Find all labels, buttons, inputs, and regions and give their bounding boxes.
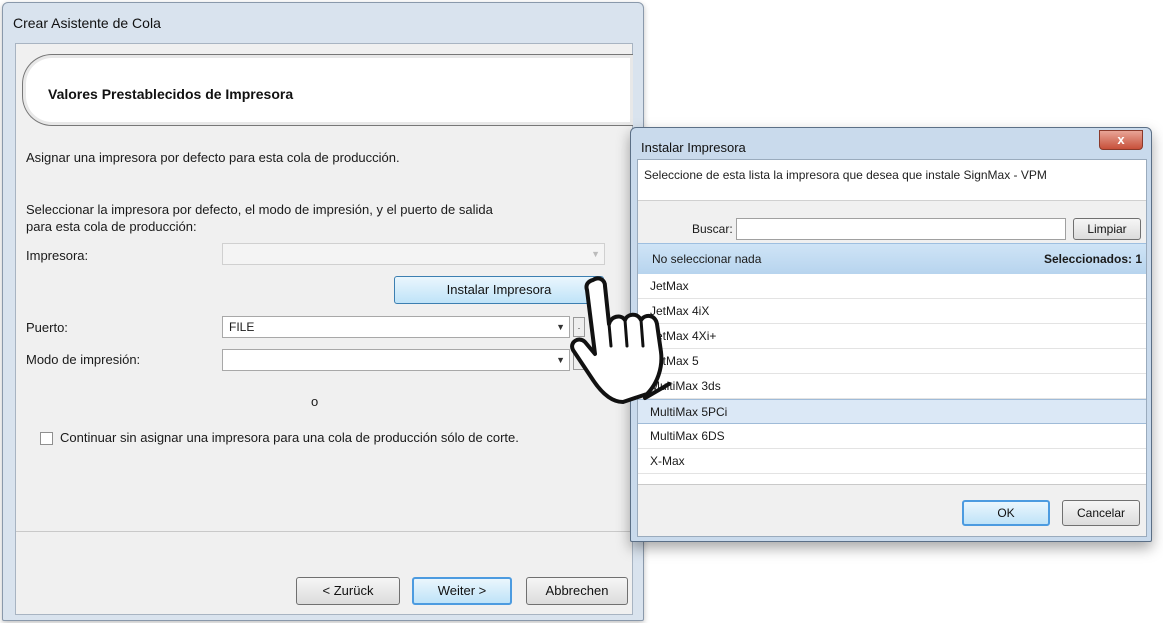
wizard-instructions-line1: Seleccionar la impresora por defecto, el… — [26, 202, 493, 217]
wizard-header-title: Valores Prestablecidos de Impresora — [48, 86, 294, 102]
port-label: Puerto: — [26, 320, 68, 335]
wizard-client-area: Valores Prestablecidos de Impresora Asig… — [15, 43, 633, 615]
back-button[interactable]: < Zurück — [296, 577, 400, 605]
port-select[interactable]: FILE ▼ — [222, 316, 570, 338]
list-item[interactable]: JetMax — [638, 274, 1146, 299]
close-icon[interactable]: x — [1099, 130, 1143, 150]
list-item[interactable]: JetMax 4Xi+ — [638, 324, 1146, 349]
printer-list: JetMax JetMax 4iX JetMax 4Xi+ JetMax 5 M… — [638, 274, 1146, 485]
printer-select[interactable]: ▼ — [222, 243, 605, 265]
selected-count: Seleccionados: 1 — [1043, 252, 1142, 266]
select-none-link[interactable]: No seleccionar nada — [652, 252, 761, 266]
cut-only-checkbox[interactable] — [40, 432, 53, 445]
dialog-instruction: Seleccione de esta lista la impresora qu… — [644, 168, 1047, 182]
list-item[interactable]: MultiMax 3ds — [638, 374, 1146, 399]
search-label: Buscar: — [692, 222, 733, 236]
list-item[interactable]: MultiMax 6DS — [638, 424, 1146, 449]
clear-button[interactable]: Limpiar — [1073, 218, 1141, 240]
wizard-window: Crear Asistente de Cola Valores Prestabl… — [2, 2, 644, 621]
cut-only-checkbox-label[interactable]: Continuar sin asignar una impresora para… — [60, 430, 519, 445]
list-header: No seleccionar nada Seleccionados: 1 — [638, 243, 1146, 275]
or-separator-text: o — [311, 394, 319, 409]
printer-label: Impresora: — [26, 248, 89, 263]
port-select-value: FILE — [229, 320, 255, 334]
cancel-button[interactable]: Abbrechen — [526, 577, 628, 605]
list-item[interactable]: JetMax 4iX — [638, 299, 1146, 324]
footer-divider — [16, 531, 632, 532]
wizard-instructions-line2: para esta cola de producción: — [26, 219, 197, 234]
ok-button[interactable]: OK — [962, 500, 1050, 526]
print-mode-label: Modo de impresión: — [26, 352, 141, 367]
wizard-title: Crear Asistente de Cola — [13, 15, 161, 31]
wizard-description: Asignar una impresora por defecto para e… — [26, 150, 400, 165]
dialog-client-area: Seleccione de esta lista la impresora qu… — [637, 159, 1147, 537]
dropdown-arrow-icon: ▼ — [556, 322, 565, 332]
hand-pointer-icon — [570, 276, 671, 404]
list-item-selected[interactable]: MultiMax 5PCi — [638, 399, 1146, 424]
next-button[interactable]: Weiter > — [412, 577, 512, 605]
dialog-instruction-panel: Seleccione de esta lista la impresora qu… — [638, 160, 1146, 201]
dialog-title: Instalar Impresora — [641, 140, 746, 155]
dropdown-arrow-icon: ▼ — [591, 249, 600, 259]
print-mode-select[interactable]: ▼ — [222, 349, 570, 371]
install-printer-dialog: Instalar Impresora x Seleccione de esta … — [630, 127, 1152, 542]
dropdown-arrow-icon: ▼ — [556, 355, 565, 365]
list-item[interactable]: X-Max — [638, 449, 1146, 474]
search-input[interactable] — [736, 218, 1066, 240]
list-item[interactable]: JetMax 5 — [638, 349, 1146, 374]
dialog-cancel-button[interactable]: Cancelar — [1062, 500, 1140, 526]
